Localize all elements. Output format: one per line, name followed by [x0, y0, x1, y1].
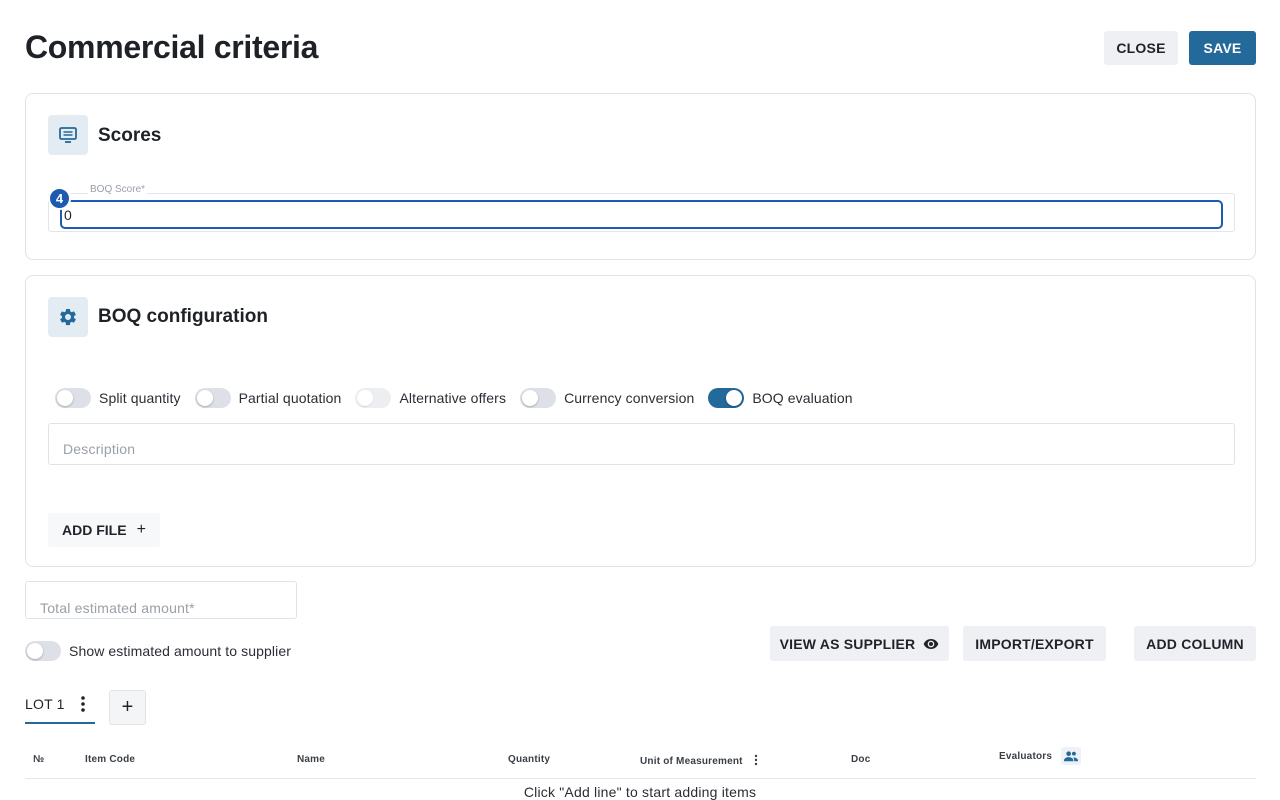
description-field[interactable]: Description — [48, 423, 1235, 465]
alternative-offers-label: Alternative offers — [399, 390, 507, 406]
show-estimated-amount-toggle-item[interactable]: Show estimated amount to supplier — [25, 641, 291, 661]
boq-toggle-row: Split quantity Partial quotation Alterna… — [55, 388, 867, 408]
show-estimated-amount-label: Show estimated amount to supplier — [69, 643, 291, 659]
close-button[interactable]: CLOSE — [1104, 31, 1178, 65]
boq-score-label: BOQ Score* — [88, 184, 148, 195]
total-estimated-amount-input[interactable]: Total estimated amount* — [25, 581, 297, 619]
partial-quotation-toggle-item[interactable]: Partial quotation — [194, 388, 342, 408]
add-column-button[interactable]: ADD COLUMN — [1134, 626, 1256, 661]
column-header-unit-of-measurement: Unit of Measurement — [640, 754, 758, 769]
column-header-unit-label: Unit of Measurement — [640, 756, 743, 768]
split-quantity-label: Split quantity — [99, 390, 181, 406]
boq-configuration-title: BOQ configuration — [98, 306, 268, 327]
alternative-offers-toggle-item[interactable]: Alternative offers — [355, 388, 506, 408]
boq-evaluation-toggle[interactable] — [708, 388, 745, 408]
add-file-button[interactable]: ADD FILE + — [48, 513, 160, 547]
boq-evaluation-toggle-item[interactable]: BOQ evaluation — [708, 388, 852, 408]
scores-title: Scores — [98, 125, 162, 146]
plus-icon: + — [136, 521, 146, 538]
column-header-doc: Doc — [851, 754, 871, 765]
column-header-name: Name — [297, 754, 326, 765]
add-lot-button[interactable]: + — [109, 690, 146, 725]
boq-score-value: 0 — [64, 207, 72, 223]
partial-quotation-label: Partial quotation — [238, 390, 342, 406]
boq-evaluation-label: BOQ evaluation — [752, 390, 853, 406]
currency-conversion-toggle[interactable] — [520, 388, 557, 408]
tab-lot-1-label: LOT 1 — [25, 696, 65, 712]
scores-card: Scores BOQ Score* 0 4 — [25, 93, 1256, 260]
view-as-supplier-label: VIEW AS SUPPLIER — [779, 635, 916, 652]
step-badge: 4 — [48, 187, 71, 210]
people-icon[interactable] — [1061, 747, 1081, 765]
tab-lot-1[interactable]: LOT 1 — [25, 694, 95, 724]
total-estimated-amount-placeholder: Total estimated amount* — [40, 600, 195, 616]
description-placeholder: Description — [63, 441, 136, 457]
empty-table-message: Click "Add line" to start adding items — [523, 784, 757, 800]
partial-quotation-toggle[interactable] — [194, 388, 231, 408]
kebab-menu-icon[interactable] — [79, 694, 87, 714]
split-quantity-toggle-item[interactable]: Split quantity — [55, 388, 181, 408]
kebab-menu-icon[interactable] — [754, 754, 758, 769]
table-divider — [25, 778, 1256, 779]
import-export-button[interactable]: IMPORT/EXPORT — [963, 626, 1106, 661]
alternative-offers-toggle[interactable] — [355, 388, 392, 408]
column-header-item-code: Item Code — [85, 754, 136, 765]
split-quantity-toggle[interactable] — [55, 388, 91, 408]
show-estimated-amount-toggle[interactable] — [25, 641, 61, 661]
boq-score-input[interactable] — [60, 200, 1223, 229]
column-header-evaluators: Evaluators — [999, 751, 1053, 762]
page-title: Commercial criteria — [25, 29, 319, 65]
view-as-supplier-button[interactable]: VIEW AS SUPPLIER — [770, 626, 949, 661]
eye-icon — [923, 636, 939, 652]
column-header-quantity: Quantity — [508, 754, 551, 765]
boq-configuration-card: BOQ configuration Split quantity Partial… — [25, 275, 1256, 567]
currency-conversion-toggle-item[interactable]: Currency conversion — [520, 388, 694, 408]
scoreboard-icon — [48, 115, 88, 155]
save-button[interactable]: SAVE — [1189, 31, 1256, 65]
column-header-number: № — [33, 754, 45, 765]
currency-conversion-label: Currency conversion — [564, 390, 695, 406]
add-file-label: ADD FILE — [62, 522, 127, 538]
gear-icon — [48, 297, 88, 337]
